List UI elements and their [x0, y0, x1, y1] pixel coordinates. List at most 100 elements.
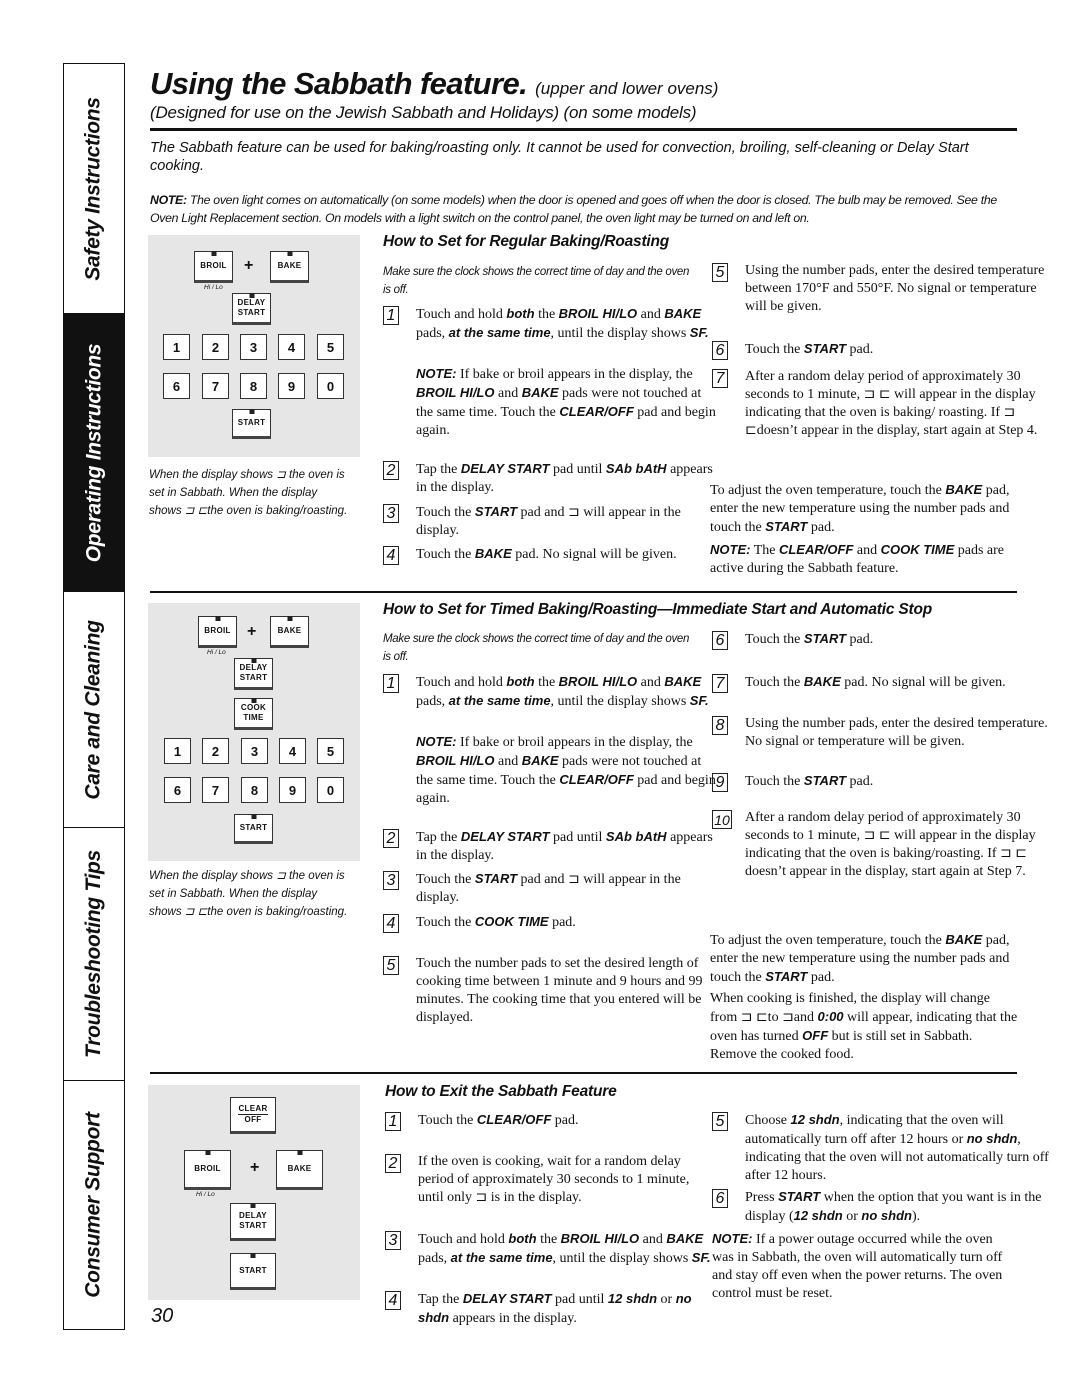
pad-label-line: CLEAR	[238, 1104, 268, 1115]
step-text: After a random delay period of approxima…	[745, 810, 1036, 879]
pad-label: START	[239, 823, 268, 832]
step-text: Touch the BAKE pad. No signal will be gi…	[416, 546, 677, 562]
step-number-box: 6	[712, 1189, 728, 1208]
step-text: Choose 12 shdn, indicating that the oven…	[745, 1112, 1049, 1183]
step-text: Tap the DELAY START pad until SAb bAtH a…	[416, 461, 713, 495]
tab-troubleshooting-tips[interactable]: Troubleshooting Tips	[64, 828, 124, 1081]
pad-label-line: COOK	[240, 703, 267, 712]
step-number-box: 7	[712, 674, 728, 693]
pad-label-line: OFF	[244, 1115, 262, 1124]
bake-pad: BAKE	[276, 1150, 323, 1190]
step-number-box: 9	[712, 773, 728, 792]
section-rule	[150, 1072, 1017, 1074]
step-text: If the oven is cooking, wait for a rando…	[418, 1154, 690, 1205]
number-pad-8: 8	[241, 777, 268, 803]
step-text: Touch the START pad and ⊐ will appear in…	[416, 504, 681, 538]
step-text: Touch the START pad.	[745, 631, 874, 647]
number-pad-3: 3	[241, 738, 268, 764]
step-text: Tap the DELAY START pad until 12 shdn or…	[418, 1291, 692, 1326]
number-pad-7: 7	[202, 777, 229, 803]
pad-label-line: DELAY	[239, 663, 268, 672]
step-text: NOTE: If bake or broil appears in the di…	[416, 366, 716, 438]
step-number-box: 3	[383, 871, 399, 890]
start-pad: START	[230, 1253, 276, 1290]
hilo-label: Hi / Lo	[204, 284, 223, 291]
side-tab-bar: Safety Instructions Operating Instructio…	[63, 63, 125, 1330]
control-panel-diagram-regular: BROIL + BAKE Hi / Lo DELAY START 1 2 3 4 …	[148, 235, 360, 457]
number-pad-8: 8	[240, 373, 267, 399]
light-note: NOTE: The oven light comes on automatica…	[150, 191, 1020, 227]
panel-caption: When the display shows ⊐ the oven is set…	[149, 870, 348, 918]
pad-label: BAKE	[287, 1164, 312, 1173]
step-number-box: 2	[383, 461, 399, 480]
section-heading-timed: How to Set for Timed Baking/Roasting—Imm…	[383, 601, 933, 618]
pad-label-line: DELAY	[239, 1211, 267, 1220]
page-title: Using the Sabbath feature. (upper and lo…	[150, 66, 718, 102]
number-pad-1: 1	[164, 738, 191, 764]
step-text: NOTE: If bake or broil appears in the di…	[416, 734, 716, 806]
tab-consumer-support[interactable]: Consumer Support	[64, 1081, 124, 1329]
tab-safety-instructions[interactable]: Safety Instructions	[64, 64, 124, 314]
step-text: Using the number pads, enter the desired…	[745, 263, 1045, 314]
header-rule	[150, 128, 1017, 131]
note-regular: NOTE: The CLEAR/OFF and COOK TIME pads a…	[710, 542, 1005, 576]
step-text: Touch the START pad.	[745, 341, 874, 357]
pad-label: BROIL	[204, 626, 231, 635]
pad-label: DELAY START	[238, 298, 266, 318]
number-pad-2: 2	[202, 738, 229, 764]
step-number-box: 7	[712, 369, 728, 388]
step-text: Using the number pads, enter the desired…	[745, 716, 1048, 749]
plus-sign: +	[244, 257, 254, 274]
pad-label: DELAY START	[240, 663, 268, 683]
step-number-box: 2	[383, 829, 399, 848]
step-text: Press START when the option that you wan…	[745, 1189, 1042, 1224]
note-text: The oven light comes on automatically (o…	[150, 193, 997, 225]
clear-off-pad: CLEAR OFF	[230, 1097, 276, 1134]
title-suffix: (upper and lower ovens)	[535, 79, 719, 98]
note-label: NOTE:	[150, 193, 187, 207]
number-pad-0: 0	[317, 373, 344, 399]
broil-pad: BROIL	[184, 1150, 231, 1190]
number-pad-9: 9	[279, 777, 306, 803]
broil-pad: BROIL	[198, 616, 237, 648]
control-panel-diagram-exit: CLEAR OFF BROIL + BAKE Hi / Lo DELAY START…	[148, 1085, 360, 1300]
tab-care-and-cleaning[interactable]: Care and Cleaning	[64, 592, 124, 828]
section-pre-regular: Make sure the clock shows the correct ti…	[383, 266, 690, 296]
number-pad-4: 4	[278, 334, 305, 360]
number-pad-3: 3	[240, 334, 267, 360]
pad-label: COOK TIME	[241, 703, 266, 723]
step-number-box: 4	[383, 546, 399, 565]
delay-start-pad: DELAY START	[232, 293, 271, 325]
step-text: Touch the BAKE pad. No signal will be gi…	[745, 674, 1006, 690]
section-heading-regular: How to Set for Regular Baking/Roasting	[383, 233, 670, 250]
pad-label: START	[239, 1265, 267, 1275]
step-number-box: 1	[385, 1112, 401, 1131]
tab-label: Safety Instructions	[82, 96, 105, 281]
pad-label: BROIL	[200, 261, 227, 270]
pad-label: CLEAR OFF	[238, 1104, 268, 1125]
tab-operating-instructions[interactable]: Operating Instructions	[64, 314, 124, 592]
adjust-temperature-regular: To adjust the oven temperature, touch th…	[710, 482, 1010, 535]
pad-label: START	[237, 418, 266, 427]
pad-label: BAKE	[277, 626, 302, 635]
start-pad: START	[232, 409, 271, 439]
pad-label-line: START	[239, 673, 268, 682]
step-number-box: 1	[383, 674, 399, 693]
step-number-box: 1	[383, 306, 399, 325]
step-number-box: 3	[385, 1231, 401, 1250]
step-text: Touch the COOK TIME pad.	[416, 914, 576, 930]
start-pad: START	[234, 814, 273, 844]
intro-text: The Sabbath feature can be used for baki…	[150, 140, 969, 174]
tab-label: Consumer Support	[82, 1112, 105, 1298]
number-pad-6: 6	[164, 777, 191, 803]
step-number-box: 5	[712, 1112, 728, 1131]
number-pad-6: 6	[163, 373, 190, 399]
step-text: After a random delay period of approxima…	[745, 369, 1038, 438]
bake-pad: BAKE	[270, 251, 309, 283]
step-text: Touch the number pads to set the desired…	[416, 956, 703, 1025]
step-number-box: 4	[385, 1291, 401, 1310]
step-number-box: 3	[383, 504, 399, 523]
tab-label: Care and Cleaning	[82, 619, 105, 800]
hilo-label: Hi / Lo	[207, 649, 226, 656]
step-text: Touch and hold both the BROIL HI/LO and …	[416, 674, 709, 709]
